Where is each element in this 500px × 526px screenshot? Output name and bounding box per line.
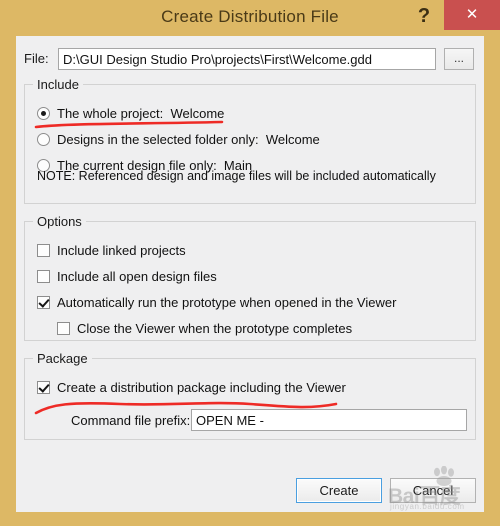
checkbox-auto-run-prototype[interactable]: Automatically run the prototype when ope… <box>37 292 396 312</box>
radio-icon <box>37 106 50 120</box>
dialog-window: Create Distribution File ? ✕ File: ... I… <box>0 0 500 526</box>
options-group-title: Options <box>33 214 86 229</box>
options-group: Options Include linked projects Include … <box>24 214 476 341</box>
checkbox-icon <box>57 321 70 335</box>
file-path-input[interactable] <box>58 48 436 70</box>
checkbox-icon <box>37 380 50 394</box>
package-group: Package Create a distribution package in… <box>24 351 476 440</box>
file-label: File: <box>24 51 49 66</box>
dialog-body: File: ... Include The whole project: Wel… <box>16 36 484 512</box>
checkbox-create-distribution-package[interactable]: Create a distribution package including … <box>37 377 346 397</box>
checkbox-icon <box>37 269 50 283</box>
include-note: NOTE: Referenced design and image files … <box>37 169 436 183</box>
radio-whole-project[interactable]: The whole project: Welcome <box>37 103 224 123</box>
include-group: Include The whole project: Welcome Desig… <box>24 77 476 204</box>
package-group-title: Package <box>33 351 92 366</box>
create-button[interactable]: Create <box>296 478 382 503</box>
checkbox-include-all-open-design-files[interactable]: Include all open design files <box>37 266 217 286</box>
checkbox-label: Create a distribution package including … <box>57 379 346 395</box>
checkbox-label: Close the Viewer when the prototype comp… <box>77 320 353 336</box>
help-button[interactable]: ? <box>410 2 438 30</box>
file-row: File: ... <box>24 48 476 72</box>
checkbox-label: Include linked projects <box>57 242 186 258</box>
radio-label: Designs in the selected folder only: Wel… <box>57 131 320 147</box>
checkbox-label: Automatically run the prototype when ope… <box>57 294 397 310</box>
cancel-button[interactable]: Cancel <box>390 478 476 503</box>
checkbox-include-linked-projects[interactable]: Include linked projects <box>37 240 186 260</box>
browse-button[interactable]: ... <box>444 48 474 70</box>
close-icon[interactable]: ✕ <box>444 0 500 30</box>
radio-selected-folder[interactable]: Designs in the selected folder only: Wel… <box>37 129 320 149</box>
radio-icon <box>37 132 50 146</box>
radio-label: The whole project: Welcome <box>57 105 225 121</box>
checkbox-close-viewer-on-complete[interactable]: Close the Viewer when the prototype comp… <box>57 318 352 338</box>
include-group-title: Include <box>33 77 83 92</box>
checkbox-icon <box>37 243 50 257</box>
checkbox-icon <box>37 295 50 309</box>
checkbox-label: Include all open design files <box>57 268 217 284</box>
title-bar: Create Distribution File ? ✕ <box>0 0 500 36</box>
command-file-prefix-input[interactable] <box>191 409 467 431</box>
command-file-prefix-label: Command file prefix: <box>71 413 191 428</box>
